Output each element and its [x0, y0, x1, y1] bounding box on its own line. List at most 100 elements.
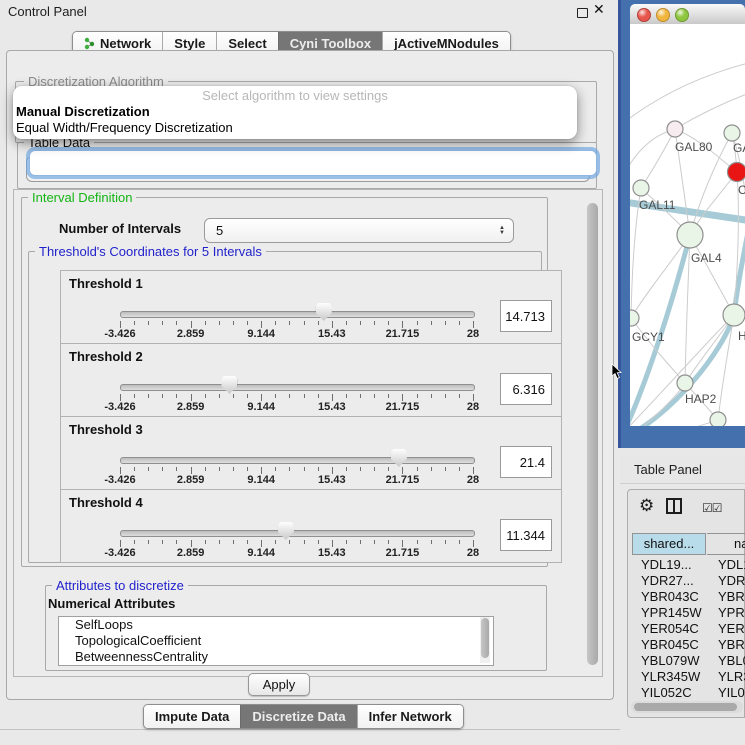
slider-thumb[interactable] [221, 376, 237, 394]
slider-tick [247, 321, 248, 325]
network-node[interactable] [677, 222, 703, 248]
slider-tick [374, 540, 375, 544]
threshold-value-field[interactable]: 6.316 [500, 373, 552, 405]
table-row[interactable]: YBL079WYBL0 [628, 653, 745, 669]
tab-discretize-data[interactable]: Discretize Data [240, 705, 356, 728]
slider-tick [205, 467, 206, 471]
slider-tick [191, 394, 192, 401]
slider-tick [402, 540, 403, 547]
number-of-intervals-label: Number of Intervals [59, 221, 181, 236]
network-node[interactable] [728, 163, 745, 182]
table-cell: YDR27... [641, 573, 694, 588]
slider-thumb[interactable] [391, 449, 407, 467]
zoom-traffic-light[interactable] [675, 8, 689, 22]
table-row[interactable]: YER054CYER0 [628, 621, 745, 637]
table-row[interactable]: YDR27...YDR2 [628, 573, 745, 589]
slider-tick [431, 321, 432, 325]
slider-tick [275, 321, 276, 325]
vertical-scrollbar-thumb[interactable] [587, 203, 598, 665]
close-icon[interactable]: ✕ [593, 1, 605, 18]
slider-tick [346, 540, 347, 544]
threshold-value-field[interactable]: 21.4 [500, 446, 552, 478]
network-node[interactable] [724, 125, 740, 141]
threshold-value-field[interactable]: 11.344 [500, 519, 552, 551]
float-window-icon[interactable] [577, 8, 588, 18]
slider-track[interactable] [120, 457, 475, 464]
table-row[interactable]: YIL052CYIL0 [628, 685, 745, 701]
attribute-list-item[interactable]: BetweennessCentrality [59, 649, 493, 665]
minimize-traffic-light[interactable] [656, 8, 670, 22]
slider-tick [233, 394, 234, 398]
apply-button[interactable]: Apply [248, 673, 310, 696]
dropdown-option[interactable]: Manual Discretization [16, 104, 150, 119]
slider-tick-label: 9.144 [247, 328, 275, 340]
network-node[interactable] [667, 121, 683, 137]
slider-tick-label: 9.144 [247, 547, 275, 559]
split-columns-icon[interactable] [666, 498, 682, 514]
network-edge [685, 315, 734, 383]
slider-tick-label: 15.43 [318, 401, 346, 413]
gear-icon[interactable]: ⚙ [639, 496, 654, 516]
close-traffic-light[interactable] [637, 8, 651, 22]
table-cell: YBL079W [641, 653, 700, 668]
slider-tick-label: 21.715 [386, 328, 420, 340]
slider-tick [346, 394, 347, 398]
table-cell: YLR345W [641, 669, 700, 684]
tab-infer-network[interactable]: Infer Network [357, 705, 463, 728]
network-node[interactable] [677, 375, 693, 391]
network-node-label: C [738, 183, 745, 197]
slider-tick-label: -3.426 [104, 547, 135, 559]
slider-track[interactable] [120, 311, 475, 318]
slider-tick [318, 540, 319, 544]
algorithm-combobox[interactable] [29, 150, 597, 176]
table-cell: YDL19... [641, 557, 692, 572]
attribute-list-item[interactable]: TopologicalCoefficient [59, 633, 493, 649]
slider-tick [388, 321, 389, 325]
tab-impute-data[interactable]: Impute Data [144, 705, 240, 728]
threshold-value-field[interactable]: 14.713 [500, 300, 552, 332]
slider-tick-label: 28 [467, 401, 479, 413]
slider-tick [473, 540, 474, 547]
slider-track[interactable] [120, 530, 475, 537]
vertical-scrollbar[interactable] [585, 190, 600, 674]
network-node[interactable] [710, 412, 726, 426]
column-checkboxes-icon[interactable]: ☑☑ [702, 501, 722, 515]
slider-tick-label: 28 [467, 328, 479, 340]
network-node[interactable] [723, 304, 745, 326]
column-header-shared[interactable]: shared... [632, 533, 706, 555]
network-thick-edge [734, 212, 745, 315]
table-cell: YLR3 [718, 669, 745, 684]
network-node[interactable] [633, 180, 649, 196]
slider-thumb[interactable] [278, 522, 294, 540]
number-of-intervals-combobox[interactable]: 5 ▲▼ [204, 218, 514, 243]
network-edge [641, 129, 675, 188]
table-row[interactable]: YBR043CYBR0 [628, 589, 745, 605]
list-scrollbar-thumb[interactable] [481, 618, 489, 658]
slider-tick [374, 394, 375, 398]
horizontal-scrollbar[interactable] [631, 701, 743, 713]
slider-tick [261, 394, 262, 401]
column-header-name[interactable]: na [707, 533, 745, 555]
tab-label: Cyni Toolbox [290, 36, 371, 51]
table-row[interactable]: YDL19...YDL1 [628, 557, 745, 573]
slider-thumb[interactable] [316, 303, 332, 321]
table-row[interactable]: YPR145WYPR1 [628, 605, 745, 621]
slider-tick [445, 394, 446, 398]
table-row[interactable]: YBR045CYBR0 [628, 637, 745, 653]
dropdown-option[interactable]: Equal Width/Frequency Discretization [16, 120, 233, 135]
list-scrollbar[interactable] [480, 617, 490, 663]
slider-tick [374, 321, 375, 325]
attribute-list-item[interactable]: SelfLoops [59, 617, 493, 633]
slider-tick [304, 394, 305, 398]
slider-tick [191, 321, 192, 328]
network-window-titlebar[interactable] [630, 4, 745, 25]
slider-tick [191, 540, 192, 547]
network-view-canvas[interactable]: GAL80GACGAL11GAL4GCY1HHAP2 [630, 24, 745, 426]
network-node-label: GAL4 [691, 251, 722, 265]
slider-track[interactable] [120, 384, 475, 391]
number-of-intervals-value: 5 [216, 219, 223, 242]
network-node[interactable] [630, 310, 639, 326]
horizontal-scrollbar-thumb[interactable] [634, 703, 737, 711]
slider-tick [346, 467, 347, 471]
table-row[interactable]: YLR345W YLR3 [628, 669, 745, 685]
